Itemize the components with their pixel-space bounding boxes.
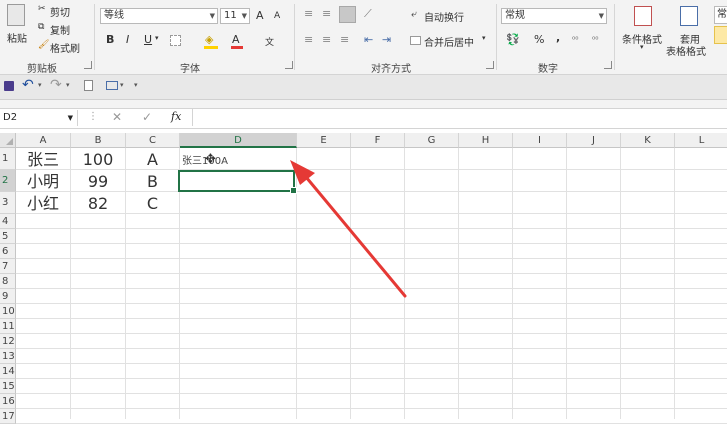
percent-button[interactable]: % <box>534 33 544 46</box>
increase-decimal-icon[interactable]: ⁰⁰ <box>572 35 578 44</box>
insert-function-button[interactable]: fx <box>171 110 181 123</box>
currency-icon[interactable]: 💱 <box>506 33 520 46</box>
align-right-icon[interactable]: ≡ <box>340 33 349 46</box>
ribbon-gap <box>0 100 727 108</box>
clipboard-group-label: 剪贴板 <box>27 64 57 75</box>
number-launcher-icon[interactable] <box>604 61 612 69</box>
table-format-icon[interactable] <box>680 6 698 26</box>
merge-center-button[interactable]: 合并后居中 <box>424 34 474 49</box>
align-middle-icon[interactable]: ≡ <box>322 7 331 20</box>
chevron-down-icon[interactable]: ▾ <box>120 81 124 89</box>
worksheet-grid: ABCDEFGHIJKL 1 2 3 4 5 6 7 8 9 10 11 12 13 14 15 16 17 张… <box>0 133 727 424</box>
font-color-bar <box>231 46 243 49</box>
chevron-down-icon[interactable]: ▾ <box>640 43 644 51</box>
align-left-icon[interactable]: ≡ <box>304 33 313 46</box>
fill-color-icon[interactable]: ◈ <box>205 33 213 46</box>
wrap-text-button[interactable]: 自动换行 <box>424 9 464 24</box>
italic-button[interactable]: I <box>126 33 129 46</box>
cut-button[interactable]: 剪切 <box>50 4 70 19</box>
clipboard-launcher-icon[interactable] <box>84 61 92 69</box>
decrease-decimal-icon[interactable]: ⁰⁰ <box>592 35 598 44</box>
customize-qat-icon[interactable]: ▾ <box>134 81 138 89</box>
format-painter-button[interactable]: 格式刷 <box>50 40 80 55</box>
annotation-arrow-icon <box>290 160 407 298</box>
wrap-text-icon: ⤶ <box>411 9 417 20</box>
font-size-combo[interactable]: 11 ▼ <box>220 8 250 24</box>
more-icon: ⋮ <box>88 111 98 122</box>
number-format-value: 常规 <box>505 10 525 21</box>
undo-icon[interactable]: ↶ <box>22 77 34 93</box>
ribbon: 粘贴 ✂ 剪切 ⧉ 复制 🖌 格式刷 剪贴板 等线 ▼ 11 ▼ A A B I U… <box>0 0 727 75</box>
shrink-font-button[interactable]: A <box>274 11 280 21</box>
formula-bar: D2 ▼ ⋮ ✕ ✓ fx <box>0 108 727 129</box>
separator <box>94 4 95 70</box>
cancel-icon[interactable]: ✕ <box>112 110 122 124</box>
enter-icon[interactable]: ✓ <box>142 110 152 124</box>
align-center-icon[interactable]: ≡ <box>322 33 331 46</box>
grow-font-button[interactable]: A <box>256 9 264 22</box>
number-group-label: 数字 <box>538 64 558 75</box>
separator <box>192 109 193 126</box>
save-icon[interactable] <box>4 81 14 91</box>
paste-icon[interactable] <box>7 4 25 26</box>
font-group-label: 字体 <box>180 64 200 75</box>
formula-input[interactable] <box>198 111 718 125</box>
increase-indent-icon[interactable]: ⇥ <box>382 33 391 46</box>
comma-button[interactable]: , <box>556 31 560 44</box>
font-launcher-icon[interactable] <box>285 61 293 69</box>
separator <box>496 4 497 70</box>
screen-icon[interactable] <box>106 81 118 90</box>
alignment-group-label: 对齐方式 <box>371 64 411 75</box>
font-size-value: 11 <box>224 10 237 21</box>
underline-button[interactable]: U <box>144 33 152 46</box>
phonetic-button[interactable]: 文 <box>265 35 274 48</box>
font-name-value: 等线 <box>104 10 124 21</box>
name-box-value: D2 <box>3 112 18 123</box>
redo-icon[interactable]: ↷ <box>50 77 62 93</box>
cell-style-neutral[interactable] <box>714 26 727 44</box>
copy-button[interactable]: 复制 <box>50 22 70 37</box>
separator <box>294 4 295 70</box>
chevron-down-icon: ▼ <box>598 12 604 20</box>
alignment-launcher-icon[interactable] <box>486 61 494 69</box>
conditional-format-icon[interactable] <box>634 6 652 26</box>
number-format-combo[interactable]: 常规 ▼ <box>501 8 607 24</box>
format-painter-icon: 🖌 <box>38 40 50 50</box>
quick-access-toolbar: ↶ ▾ ↷ ▾ ▾ ▾ <box>0 75 727 100</box>
copy-icon: ⧉ <box>38 22 45 32</box>
cut-icon: ✂ <box>38 4 46 14</box>
chevron-down-icon: ▼ <box>209 12 215 20</box>
print-preview-icon[interactable] <box>84 80 93 91</box>
chevron-down-icon[interactable]: ▾ <box>482 34 486 42</box>
chevron-down-icon: ▼ <box>67 114 73 122</box>
merge-icon <box>410 36 421 45</box>
font-name-combo[interactable]: 等线 ▼ <box>100 8 218 24</box>
fill-color-bar <box>204 46 218 49</box>
decrease-indent-icon[interactable]: ⇤ <box>364 33 373 46</box>
paste-button[interactable]: 粘贴 <box>7 30 27 45</box>
chevron-down-icon: ▼ <box>241 12 247 20</box>
align-top-icon[interactable]: ≡ <box>304 7 313 20</box>
table-format-button[interactable]: 表格格式 <box>666 43 706 58</box>
font-color-button[interactable]: A <box>232 33 240 46</box>
chevron-down-icon[interactable]: ▾ <box>38 81 42 89</box>
chevron-down-icon[interactable]: ▾ <box>66 81 70 89</box>
align-bottom-icon[interactable] <box>339 6 356 23</box>
bold-button[interactable]: B <box>106 33 114 46</box>
border-icon[interactable] <box>170 35 181 46</box>
orientation-icon[interactable]: ⟋ <box>364 7 372 21</box>
name-box[interactable]: D2 ▼ <box>0 110 78 126</box>
separator <box>614 4 615 70</box>
cell-style-normal[interactable]: 常 <box>714 6 727 24</box>
chevron-down-icon[interactable]: ▾ <box>155 34 159 42</box>
